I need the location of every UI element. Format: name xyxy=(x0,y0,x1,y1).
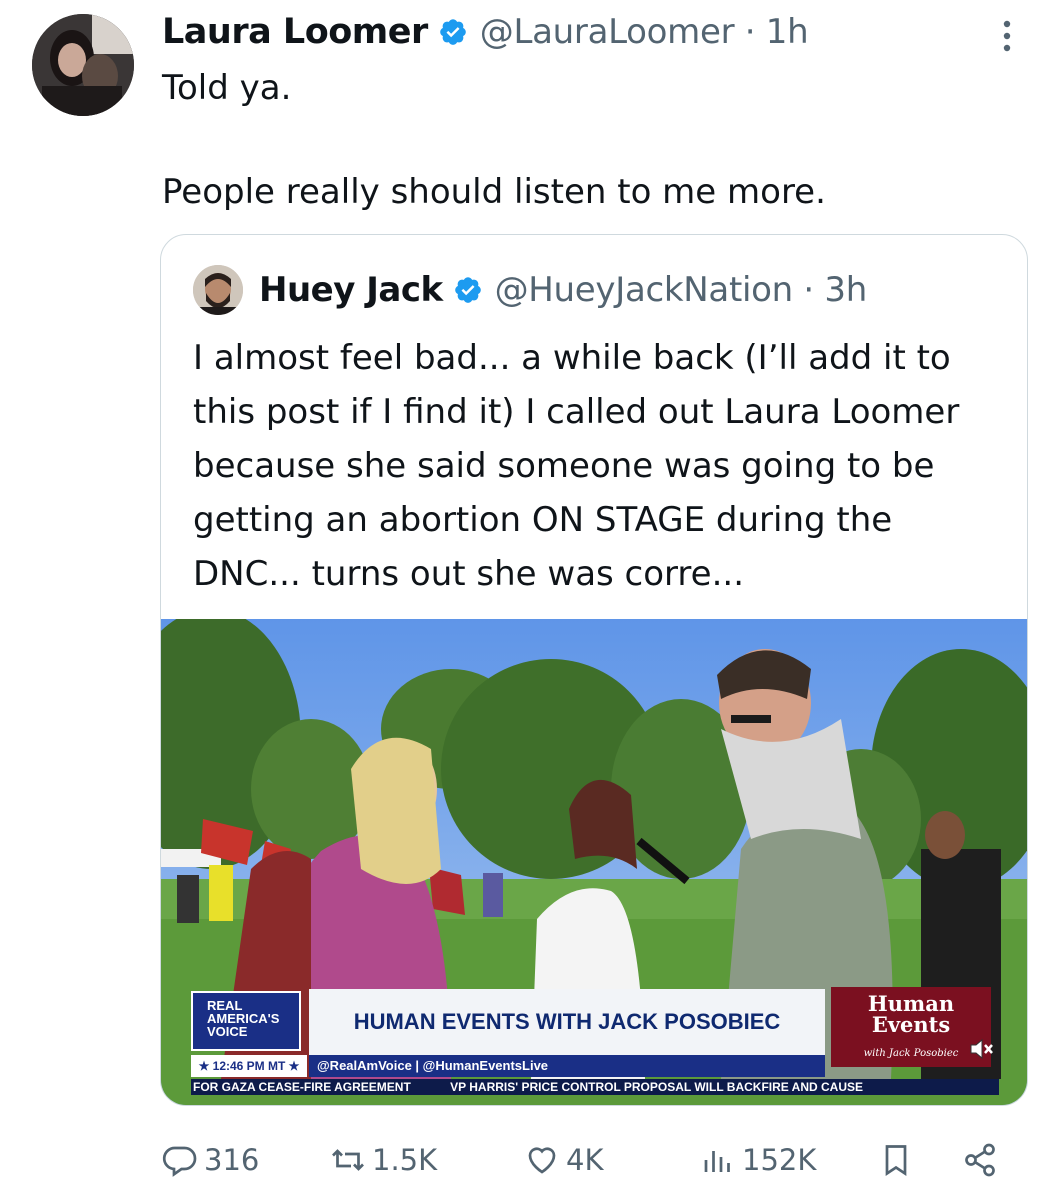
post-header: Laura Loomer @LauraLoomer · 1h xyxy=(162,10,809,54)
repost-count: 1.5K xyxy=(372,1143,438,1177)
show-logo-sub: with Jack Posobiec xyxy=(863,1048,959,1059)
reply-count: 316 xyxy=(204,1143,260,1177)
reply-button[interactable]: 316 xyxy=(162,1138,259,1182)
views-count: 152K xyxy=(742,1143,817,1177)
broadcast-social: @RealAmVoice | @HumanEventsLive xyxy=(309,1055,825,1077)
heart-icon xyxy=(528,1147,556,1174)
show-logo: Human Events with Jack Posobiec xyxy=(831,987,991,1067)
repost-button[interactable]: 1.5K xyxy=(330,1138,437,1182)
quoted-author-avatar xyxy=(193,265,243,315)
quoted-post-header: Huey Jack @HueyJackNation · 3h xyxy=(193,265,867,315)
news-ticker: FOR GAZA CEASE-FIRE AGREEMENT VP HARRIS'… xyxy=(191,1079,999,1095)
quoted-author-avatar-image xyxy=(193,265,243,315)
verified-badge-icon xyxy=(439,19,466,45)
quoted-post-text: I almost feel bad... a while back (I’ll … xyxy=(193,338,960,594)
quoted-post[interactable]: Huey Jack @HueyJackNation · 3h I almost … xyxy=(160,234,1028,1106)
ticker-item: FOR GAZA CEASE-FIRE AGREEMENT xyxy=(193,1080,411,1094)
quoted-video[interactable]: REAL AMERICA'S VOICE HUMAN EVENTS WITH J… xyxy=(161,619,1027,1105)
author-avatar[interactable] xyxy=(32,14,134,116)
show-logo-line1: Human xyxy=(867,991,955,1016)
broadcast-time: ★ 12:46 PM MT ★ xyxy=(191,1055,307,1077)
quoted-author-name: Huey Jack xyxy=(259,270,443,310)
show-title: HUMAN EVENTS WITH JACK POSOBIEC xyxy=(309,989,825,1055)
author-name[interactable]: Laura Loomer xyxy=(162,12,428,52)
post-text: Told ya. People really should listen to … xyxy=(162,62,1022,218)
action-bar: 316 1.5K 4K 152K xyxy=(162,1138,1022,1182)
quoted-author-handle-time: @HueyJackNation · 3h xyxy=(494,270,868,310)
share-icon xyxy=(965,1143,995,1177)
bookmark-icon xyxy=(885,1145,907,1177)
mute-icon[interactable] xyxy=(969,1037,995,1061)
reply-icon xyxy=(162,1146,197,1177)
verified-badge-icon xyxy=(454,277,481,303)
views-button[interactable]: 152K xyxy=(700,1138,816,1182)
more-options-icon[interactable] xyxy=(997,16,1017,56)
ticker-item: VP HARRIS' PRICE CONTROL PROPOSAL WILL B… xyxy=(450,1080,864,1094)
post-text-line: People really should listen to me more. xyxy=(162,172,826,212)
like-count: 4K xyxy=(566,1143,604,1177)
network-logo: REAL AMERICA'S VOICE xyxy=(191,991,301,1051)
broadcast-lower-third: REAL AMERICA'S VOICE HUMAN EVENTS WITH J… xyxy=(191,985,999,1095)
like-button[interactable]: 4K xyxy=(524,1138,603,1182)
bookmark-button[interactable] xyxy=(878,1138,914,1182)
author-avatar-image xyxy=(32,14,134,116)
show-logo-line2: Events xyxy=(871,1012,951,1037)
views-chart-icon xyxy=(704,1151,730,1172)
author-handle-time[interactable]: @LauraLoomer · 1h xyxy=(480,12,809,52)
repost-icon xyxy=(332,1149,364,1171)
share-button[interactable] xyxy=(962,1138,998,1182)
post-text-line: Told ya. xyxy=(162,68,292,108)
